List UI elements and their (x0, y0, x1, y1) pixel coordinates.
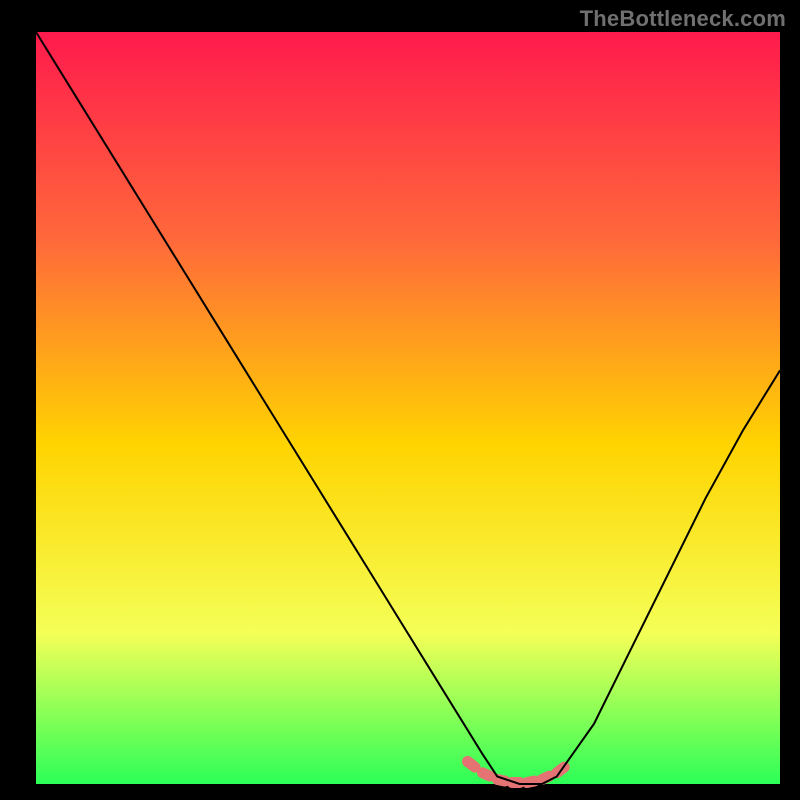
watermark-text: TheBottleneck.com (580, 6, 786, 32)
highlight-dash (527, 781, 534, 783)
highlight-dash (468, 761, 475, 767)
highlight-dash (497, 779, 504, 781)
chart-frame: { "watermark": "TheBottleneck.com", "col… (0, 0, 800, 800)
highlight-dash (542, 776, 549, 779)
highlight-dash (482, 773, 489, 776)
plot-area (36, 32, 780, 784)
bottleneck-chart (0, 0, 800, 800)
